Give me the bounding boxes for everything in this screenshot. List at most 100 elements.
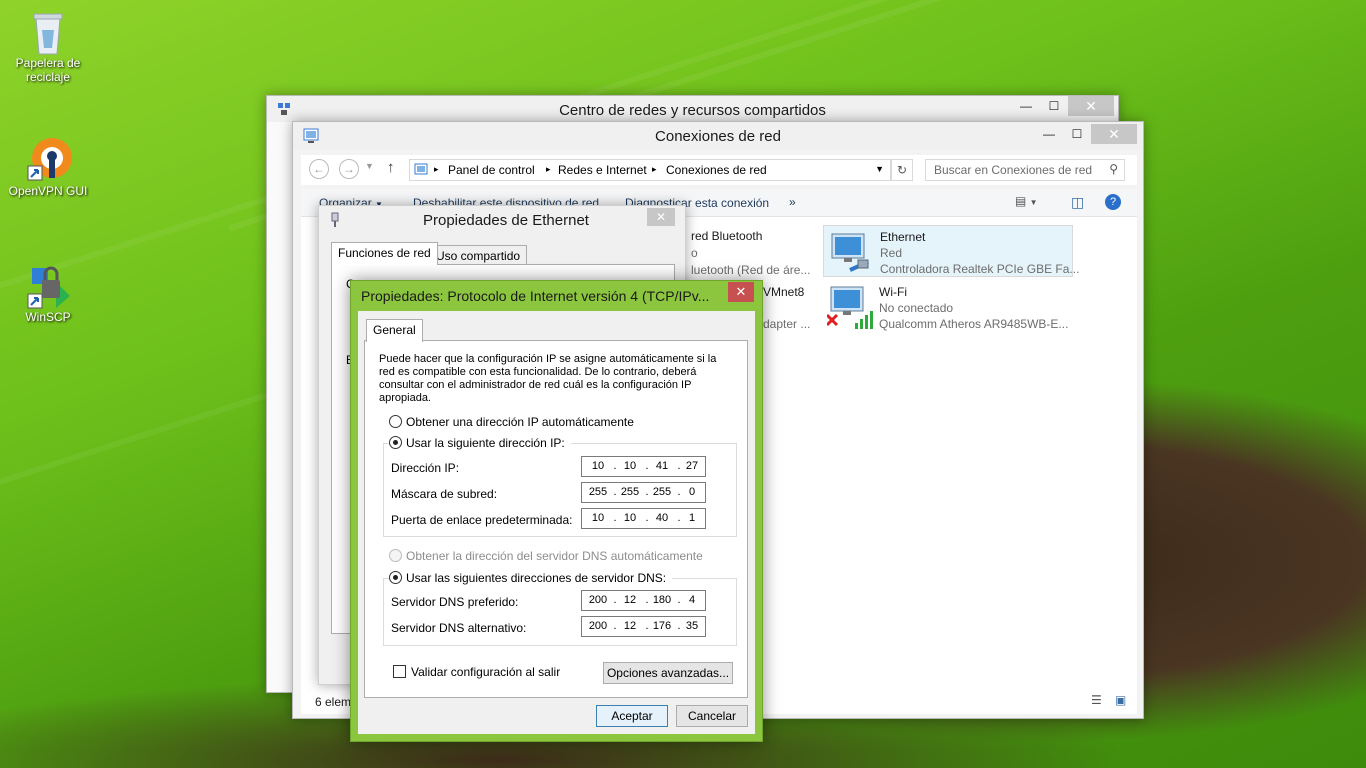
dns-auto-radio: Obtener la dirección del servidor DNS au… (389, 549, 703, 563)
close-button[interactable]: ✕ (1091, 124, 1137, 144)
maximize-button[interactable]: ☐ (1040, 96, 1068, 116)
connection-device: Qualcomm Atheros AR9485WB-E... (879, 317, 1069, 331)
dns-manual-radio[interactable]: Usar las siguientes direcciones de servi… (389, 571, 673, 585)
ip-octet[interactable]: 10 (618, 460, 642, 472)
ip-octet[interactable]: 255 (586, 486, 610, 498)
recent-chevron-icon[interactable]: ▼ (365, 161, 374, 171)
desktop-icon-recycle-bin[interactable]: Papelera de reciclaje (8, 8, 88, 84)
radio-button-selected[interactable] (389, 436, 402, 449)
advanced-options-button[interactable]: Opciones avanzadas... (603, 662, 733, 684)
connection-item-ethernet[interactable]: Ethernet Red Controladora Realtek PCIe G… (823, 225, 1079, 277)
ip-octet[interactable]: 180 (650, 594, 674, 606)
validate-checkbox[interactable]: Validar configuración al salir (393, 665, 560, 679)
connection-status: No conectado (879, 301, 954, 315)
ip-octet[interactable]: 10 (618, 512, 642, 524)
radio-button[interactable] (389, 415, 402, 428)
ip-manual-radio[interactable]: Usar la siguiente dirección IP: (389, 436, 571, 450)
minimize-button[interactable]: — (1012, 96, 1040, 116)
description-line: consultar con el administrador de red cu… (379, 379, 692, 391)
ip-auto-radio[interactable]: Obtener una dirección IP automáticamente (389, 415, 634, 429)
tcpipv4-client-area: General Puede hacer que la configuración… (358, 311, 755, 734)
validate-label: Validar configuración al salir (411, 665, 561, 679)
tcpipv4-properties-window[interactable]: Propiedades: Protocolo de Internet versi… (350, 280, 763, 742)
ip-octet[interactable]: 27 (680, 460, 704, 472)
openvpn-icon (26, 136, 72, 181)
connection-item-bluetooth[interactable]: red Bluetooth o luetooth (Red de áre... (691, 229, 810, 277)
subnet-label: Máscara de subred: (391, 487, 498, 501)
breadcrumb-separator-icon: ▸ (652, 164, 657, 174)
search-box[interactable]: Buscar en Conexiones de red ⚲ (925, 159, 1125, 181)
refresh-icon[interactable]: ↻ (891, 159, 913, 181)
address-bar[interactable]: ▸ Panel de control ▸ Redes e Internet ▸ … (409, 159, 891, 181)
tcpipv4-titlebar[interactable]: Propiedades: Protocolo de Internet versi… (351, 281, 762, 309)
radio-button-disabled (389, 549, 402, 562)
ethernet-titlebar[interactable]: Propiedades de Ethernet ✕ (319, 206, 685, 234)
description-line: red es compatible con esta funcionalidad… (379, 366, 697, 378)
dns-alternate-label: Servidor DNS alternativo: (391, 621, 527, 635)
connections-titlebar[interactable]: Conexiones de red — ☐ ✕ (293, 122, 1143, 150)
dns-manual-label: Usar las siguientes direcciones de servi… (406, 571, 667, 585)
breadcrumb-item[interactable]: Conexiones de red (666, 163, 767, 177)
tab-uso-compartido[interactable]: Uso compartido (429, 245, 528, 266)
ip-octet[interactable]: 255 (618, 486, 642, 498)
dns-preferred-field[interactable]: 200. 12. 180. 4 (581, 590, 706, 611)
close-button[interactable]: ✕ (1068, 96, 1114, 116)
ip-octet[interactable]: 1 (680, 512, 704, 524)
up-arrow-icon[interactable]: ↑ (387, 159, 395, 176)
ip-octet[interactable]: 4 (680, 594, 704, 606)
ethernet-adapter-icon (828, 232, 872, 277)
breadcrumb-item[interactable]: Redes e Internet (558, 163, 647, 177)
help-icon[interactable]: ? (1105, 194, 1121, 210)
close-button[interactable]: ✕ (647, 208, 675, 226)
tiles-view-icon[interactable]: ▣ (1115, 693, 1126, 707)
ethernet-icon (329, 212, 341, 231)
address-dropdown-icon[interactable]: ▼ (875, 164, 884, 174)
dns-preferred-label: Servidor DNS preferido: (391, 595, 519, 609)
search-icon: ⚲ (1109, 162, 1118, 176)
dns-alternate-field[interactable]: 200. 12. 176. 35 (581, 616, 706, 637)
connections-title: Conexiones de red (655, 128, 781, 145)
description-line: Puede hacer que la configuración IP se a… (379, 353, 717, 365)
gateway-label: Puerta de enlace predeterminada: (391, 513, 573, 527)
cancel-button[interactable]: Cancelar (676, 705, 748, 727)
ip-octet[interactable]: 10 (586, 460, 610, 472)
forward-arrow-icon[interactable]: → (339, 159, 359, 179)
ok-button[interactable]: Aceptar (596, 705, 668, 727)
back-arrow-icon[interactable]: ← (309, 159, 329, 179)
view-options-icon[interactable]: ▤ ▼ (1015, 194, 1038, 208)
subnet-mask-field[interactable]: 255. 255. 255. 0 (581, 482, 706, 503)
ip-octet[interactable]: 35 (680, 620, 704, 632)
close-button[interactable]: ✕ (728, 282, 754, 302)
maximize-button[interactable]: ☐ (1063, 124, 1091, 144)
checkbox[interactable] (393, 665, 406, 678)
connection-item-wifi[interactable]: Wi-Fi No conectado Qualcomm Atheros AR94… (823, 281, 1073, 333)
ip-octet[interactable]: 10 (586, 512, 610, 524)
radio-button-selected[interactable] (389, 571, 402, 584)
ip-octet[interactable]: 41 (650, 460, 674, 472)
preview-pane-icon[interactable]: ◫ (1071, 194, 1084, 211)
ip-manual-label: Usar la siguiente dirección IP: (406, 436, 565, 450)
network-center-titlebar[interactable]: Centro de redes y recursos compartidos —… (267, 96, 1118, 122)
ip-octet[interactable]: 40 (650, 512, 674, 524)
connection-item-vmnet8[interactable]: VMnet8 (763, 285, 804, 302)
ip-octet[interactable]: 176 (650, 620, 674, 632)
ip-octet[interactable]: 255 (650, 486, 674, 498)
ip-octet[interactable]: 12 (618, 594, 642, 606)
ip-octet[interactable]: 0 (680, 486, 704, 498)
more-commands-button[interactable]: » (789, 195, 796, 209)
details-view-icon[interactable]: ☰ (1091, 693, 1102, 707)
minimize-button[interactable]: — (1035, 124, 1063, 144)
tab-general[interactable]: General (366, 319, 423, 342)
tab-funciones-de-red[interactable]: Funciones de red (331, 242, 438, 265)
ip-octet[interactable]: 12 (618, 620, 642, 632)
dns-auto-label: Obtener la dirección del servidor DNS au… (406, 549, 703, 563)
ip-address-field[interactable]: 10. 10. 41. 27 (581, 456, 706, 477)
breadcrumb-item[interactable]: Panel de control (448, 163, 535, 177)
desktop-icon-winscp[interactable]: WinSCP (8, 262, 88, 324)
gateway-field[interactable]: 10. 10. 40. 1 (581, 508, 706, 529)
ip-octet[interactable]: 200 (586, 594, 610, 606)
status-bar-count: 6 elem (315, 695, 352, 709)
connection-name: red Bluetooth (691, 229, 763, 243)
ip-octet[interactable]: 200 (586, 620, 610, 632)
desktop-icon-openvpn[interactable]: OpenVPN GUI (8, 136, 88, 198)
